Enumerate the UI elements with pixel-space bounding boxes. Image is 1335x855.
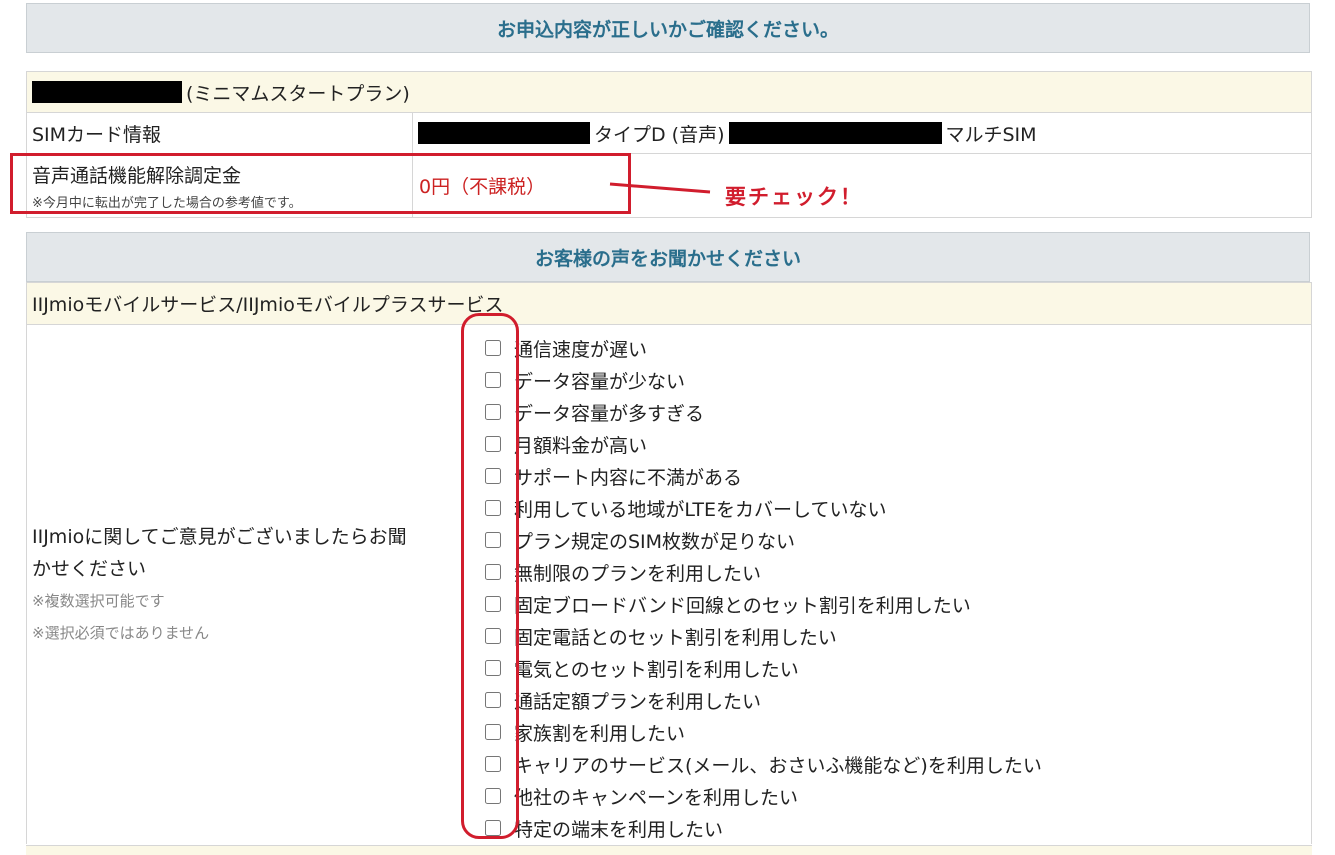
feedback-option-label: 電気とのセット割引を利用したい	[514, 658, 799, 681]
feedback-option-checkbox[interactable]	[485, 628, 501, 644]
feedback-option[interactable]: キャリアのサービス(メール、おさいふ機能など)を利用したい	[485, 748, 1042, 780]
feedback-option-checkbox[interactable]	[485, 660, 501, 676]
confirmation-header: お申込内容が正しいかご確認ください。	[26, 3, 1310, 53]
feedback-option-label: データ容量が少ない	[514, 370, 686, 393]
feedback-option-label: 家族割を利用したい	[514, 722, 686, 745]
feedback-option[interactable]: サポート内容に不満がある	[485, 460, 1042, 492]
feedback-options-list: 通信速度が遅いデータ容量が少ない データ容量が多すぎる 月額料金が高いサポート内容に…	[485, 332, 1042, 844]
plan-name-cell: (ミニマムスタートプラン)	[27, 72, 410, 112]
survey-question-line2: かせください	[32, 558, 147, 580]
feedback-option-checkbox[interactable]	[485, 564, 501, 580]
survey-header: お客様の声をお聞かせください	[26, 232, 1310, 282]
feedback-option[interactable]: データ容量が少ない	[485, 364, 1042, 396]
feedback-option-checkbox[interactable]	[485, 372, 501, 388]
survey-header-text: お客様の声をお聞かせください	[534, 247, 801, 270]
survey-question-line1: IIJmioに関してご意見がございましたらお聞	[32, 526, 407, 548]
feedback-option[interactable]: 月額料金が高い	[485, 428, 1042, 460]
feedback-option-checkbox[interactable]	[485, 404, 501, 420]
fee-note: ※今月中に転出が完了した場合の参考値です。	[32, 195, 302, 211]
arrow-line	[609, 182, 711, 194]
redacted-plan-name	[32, 81, 182, 103]
feedback-option-checkbox[interactable]	[485, 532, 501, 548]
fee-label-cell: 音声通話機能解除調定金 ※今月中に転出が完了した場合の参考値です。	[27, 154, 413, 217]
plan-row: (ミニマムスタートプラン)	[26, 71, 1312, 113]
next-row-peek	[26, 845, 1312, 855]
service-row: IIJmioモバイルサービス/IIJmioモバイルプラスサービス	[26, 282, 1312, 325]
feedback-option-label: 無制限のプランを利用したい	[514, 562, 762, 585]
feedback-option-checkbox[interactable]	[485, 788, 501, 804]
feedback-option-label: キャリアのサービス(メール、おさいふ機能など)を利用したい	[514, 754, 1042, 777]
feedback-option-label: 通話定額プランを利用したい	[514, 690, 762, 713]
feedback-option-checkbox[interactable]	[485, 724, 501, 740]
plan-suffix: (ミニマムスタートプラン)	[186, 82, 410, 105]
redacted-sim-detail	[728, 122, 942, 144]
feedback-option-label: 固定電話とのセット割引を利用したい	[514, 626, 837, 649]
sim-type: タイプD (音声)	[594, 123, 725, 146]
feedback-option[interactable]: 固定電話とのセット割引を利用したい	[485, 620, 1042, 652]
check-annotation-label: 要チェック！	[725, 185, 863, 209]
feedback-option-checkbox[interactable]	[485, 820, 501, 836]
fee-label: 音声通話機能解除調定金	[32, 164, 242, 187]
feedback-option-label: 通信速度が遅い	[514, 338, 648, 361]
feedback-option-checkbox[interactable]	[485, 468, 501, 484]
service-name: IIJmioモバイルサービス/IIJmioモバイルプラスサービス	[32, 294, 504, 316]
survey-note-optional: ※選択必須ではありません	[32, 624, 210, 642]
feedback-option-checkbox[interactable]	[485, 692, 501, 708]
survey-note-multi: ※複数選択可能です	[32, 592, 165, 610]
feedback-option[interactable]: 家族割を利用したい	[485, 716, 1042, 748]
sim-info-value: タイプD (音声) マルチSIM	[413, 113, 1311, 153]
sim-multi: マルチSIM	[945, 123, 1037, 146]
feedback-option-checkbox[interactable]	[485, 340, 501, 356]
feedback-option[interactable]: 通信速度が遅い	[485, 332, 1042, 364]
feedback-option[interactable]: データ容量が多すぎる	[485, 396, 1042, 428]
feedback-option-checkbox[interactable]	[485, 756, 501, 772]
feedback-option-checkbox[interactable]	[485, 436, 501, 452]
survey-question-cell: IIJmioに関してご意見がございましたらお聞 かせください ※複数選択可能です…	[32, 521, 472, 649]
feedback-option-label: プラン規定のSIM枚数が足りない	[514, 530, 796, 553]
feedback-option[interactable]: 他社のキャンペーンを利用したい	[485, 780, 1042, 812]
feedback-option-label: 特定の端末を利用したい	[514, 818, 724, 841]
feedback-option-label: 月額料金が高い	[514, 434, 648, 457]
feedback-option[interactable]: 固定ブロードバンド回線とのセット割引を利用したい	[485, 588, 1042, 620]
feedback-option-checkbox[interactable]	[485, 596, 501, 612]
sim-info-row: SIMカード情報 タイプD (音声) マルチSIM	[26, 112, 1312, 154]
feedback-option-label: サポート内容に不満がある	[514, 466, 743, 489]
confirmation-header-text: お申込内容が正しいかご確認ください。	[496, 18, 839, 41]
feedback-option[interactable]: 無制限のプランを利用したい	[485, 556, 1042, 588]
feedback-option-label: 利用している地域がLTEをカバーしていない	[514, 498, 887, 521]
feedback-option-checkbox[interactable]	[485, 500, 501, 516]
sim-info-label: SIMカード情報	[27, 113, 413, 153]
feedback-option-label: 固定ブロードバンド回線とのセット割引を利用したい	[514, 594, 971, 617]
redacted-sim-number	[418, 122, 590, 144]
feedback-option-label: データ容量が多すぎる	[514, 402, 705, 425]
feedback-option[interactable]: プラン規定のSIM枚数が足りない	[485, 524, 1042, 556]
feedback-option[interactable]: 電気とのセット割引を利用したい	[485, 652, 1042, 684]
feedback-option[interactable]: 特定の端末を利用したい	[485, 812, 1042, 844]
feedback-option-label: 他社のキャンペーンを利用したい	[514, 786, 799, 809]
feedback-option[interactable]: 利用している地域がLTEをカバーしていない	[485, 492, 1042, 524]
feedback-option[interactable]: 通話定額プランを利用したい	[485, 684, 1042, 716]
